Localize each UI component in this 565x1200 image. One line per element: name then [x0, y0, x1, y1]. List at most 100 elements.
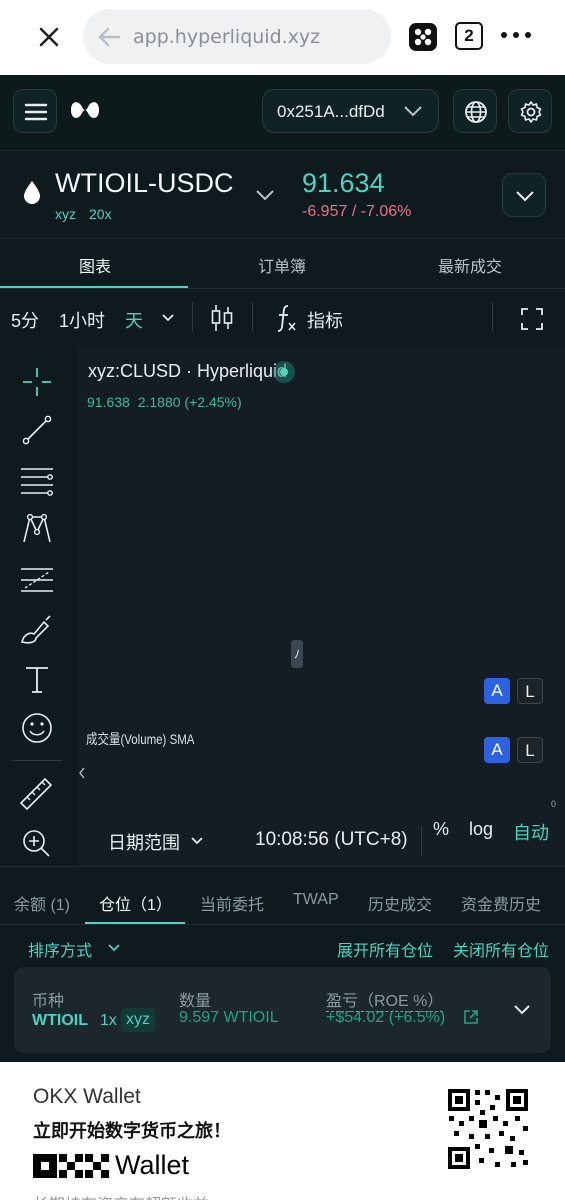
ad-tagline: 立即开始数字货币之旅！: [33, 1121, 231, 1141]
divider: [192, 302, 193, 332]
interval-1d[interactable]: 天: [125, 307, 143, 333]
address-bar[interactable]: app.hyperliquid.xyz: [83, 9, 391, 64]
back-arrow-icon[interactable]: [97, 26, 121, 48]
market-price: 91.634: [302, 168, 385, 198]
ad-footer-text: 长期持有资产有超额收益: [33, 1191, 209, 1200]
coin-header: 币种: [32, 993, 65, 1010]
ohlc-price: 91.638: [87, 394, 130, 410]
close-icon[interactable]: [38, 26, 60, 48]
url-text: app.hyperliquid.xyz: [133, 26, 321, 48]
chart-title: xyz:CLUSD · Hyperliquid: [88, 361, 288, 381]
trend-line-icon[interactable]: [21, 414, 53, 446]
tab-open-orders[interactable]: 当前委托: [200, 891, 264, 915]
volume-indicator-label: 成交量(Volume) SMA: [86, 731, 195, 747]
expand-all-positions-button[interactable]: 展开所有仓位: [337, 937, 433, 961]
chart-footer: 日期范围 10:08:56 (UTC+8) % log 自动: [78, 814, 565, 866]
position-pnl: +$54.02 (+6.5%): [326, 1009, 446, 1026]
sort-by-button[interactable]: 排序方式: [28, 937, 92, 961]
menu-icon: [24, 103, 48, 121]
indicators-button[interactable]: 指标: [307, 307, 343, 333]
interval-5m[interactable]: 5分: [11, 307, 39, 333]
position-card[interactable]: 币种 数量 盈亏（ROE %） WTIOIL 1x xyz 9.597 WTIO…: [14, 967, 551, 1053]
log-scale-toggle[interactable]: log: [469, 819, 493, 840]
chevron-down-icon: [404, 106, 422, 117]
tab-twap[interactable]: TWAP: [293, 891, 339, 909]
tab-funding-history[interactable]: 资金费历史: [461, 891, 541, 915]
wallet-address: 0x251A...dfDd: [277, 102, 385, 121]
volume-auto-button[interactable]: A: [484, 737, 510, 763]
price-chart[interactable]: xyz:CLUSD · Hyperliquid 91.638 2.1880 (+…: [78, 346, 565, 814]
volume-log-button[interactable]: L: [517, 737, 543, 763]
ruler-icon[interactable]: [18, 776, 54, 812]
scroll-handle[interactable]: ﾉ: [291, 640, 303, 668]
ad-logo-word: Wallet: [115, 1150, 190, 1180]
market-leverage: 20x: [89, 206, 112, 222]
hamburger-menu-button[interactable]: [13, 89, 57, 133]
chart-toolbar: 5分 1小时 天 指标: [0, 288, 565, 346]
zoom-in-icon[interactable]: [21, 828, 51, 858]
crosshair-icon[interactable]: [21, 366, 53, 398]
expand-position-chevron-icon[interactable]: [513, 1004, 531, 1016]
position-coin[interactable]: WTIOIL: [32, 1012, 88, 1030]
extensions-icon[interactable]: [408, 22, 438, 52]
percent-scale-toggle[interactable]: %: [433, 819, 449, 840]
candlestick-icon[interactable]: [210, 303, 234, 333]
tab-positions[interactable]: 仓位（1）: [99, 891, 172, 915]
interval-1h[interactable]: 1小时: [59, 307, 105, 333]
globe-icon: [465, 101, 487, 123]
tab-count-button[interactable]: 2: [455, 22, 483, 50]
interval-chevron-icon[interactable]: [161, 313, 175, 323]
ad-banner[interactable]: OKX Wallet 立即开始数字货币之旅！ Wallet 长期持有资产有超额收…: [0, 1062, 565, 1200]
tab-chart[interactable]: 图表: [79, 253, 111, 277]
function-icon[interactable]: [274, 303, 298, 333]
fullscreen-icon[interactable]: [520, 307, 544, 331]
log-scale-button[interactable]: L: [517, 678, 543, 704]
gear-icon: [520, 101, 542, 123]
divider: [12, 760, 62, 761]
browser-bar: app.hyperliquid.xyz 2: [0, 0, 565, 75]
chart-time: 10:08:56 (UTC+8): [255, 829, 408, 850]
close-all-positions-button[interactable]: 关闭所有仓位: [453, 937, 549, 961]
position-size: 9.597 WTIOIL: [179, 1009, 279, 1026]
market-select-chevron-icon[interactable]: [255, 189, 275, 201]
more-menu-icon[interactable]: [500, 30, 532, 40]
qr-code-icon: [445, 1086, 531, 1172]
auto-scale-button[interactable]: A: [484, 678, 510, 704]
fib-retracement-icon[interactable]: [19, 564, 55, 596]
account-tabs: 余额 (1) 仓位（1） 当前委托 TWAP 历史成交 资金费历史: [0, 866, 565, 924]
market-symbol[interactable]: WTIOIL-USDC: [55, 168, 234, 199]
auto-scale-toggle[interactable]: 自动: [513, 819, 549, 845]
oil-drop-icon: [24, 181, 40, 204]
horizontal-lines-icon[interactable]: [19, 464, 55, 496]
pattern-tool-icon[interactable]: [20, 512, 54, 546]
market-dex-tag: xyz: [55, 206, 76, 222]
market-change: -6.957 / -7.06%: [302, 203, 412, 220]
market-details-button[interactable]: [502, 173, 546, 217]
okx-logo-icon: [33, 1154, 109, 1178]
ohlc-change: 2.1880 (+2.45%): [137, 394, 242, 410]
settings-button[interactable]: [508, 89, 552, 133]
tab-orderbook[interactable]: 订单簿: [258, 253, 306, 277]
chart-cursor-dot: [280, 368, 288, 376]
text-tool-icon[interactable]: [22, 664, 52, 694]
brush-icon[interactable]: [20, 614, 54, 646]
tab-balances[interactable]: 余额 (1): [14, 891, 70, 915]
ohlc-legend: 91.638 2.1880 (+2.45%): [87, 394, 242, 410]
positions-controls: 排序方式 展开所有仓位 关闭所有仓位: [0, 924, 565, 966]
hyperliquid-logo-icon[interactable]: [68, 97, 102, 123]
market-header: WTIOIL-USDC xyz 20x 91.634 -6.957 / -7.0…: [0, 150, 565, 238]
chevron-down-icon[interactable]: [190, 836, 204, 846]
date-range-button[interactable]: 日期范围: [108, 829, 180, 855]
share-pnl-icon[interactable]: [463, 1009, 479, 1025]
chevron-down-icon[interactable]: [107, 943, 121, 953]
language-button[interactable]: [453, 89, 497, 133]
tab-trade-history[interactable]: 历史成交: [368, 891, 432, 915]
wallet-address-button[interactable]: 0x251A...dfDd: [262, 89, 439, 133]
tab-trades[interactable]: 最新成交: [438, 253, 502, 277]
collapse-toolbar-chevron-icon[interactable]: [78, 766, 86, 780]
chevron-down-icon: [516, 191, 534, 202]
view-tabs: 图表 订单簿 最新成交: [0, 238, 565, 288]
emoji-icon[interactable]: [20, 711, 54, 745]
drawing-toolbar: [0, 346, 78, 866]
size-header: 数量: [179, 993, 212, 1010]
